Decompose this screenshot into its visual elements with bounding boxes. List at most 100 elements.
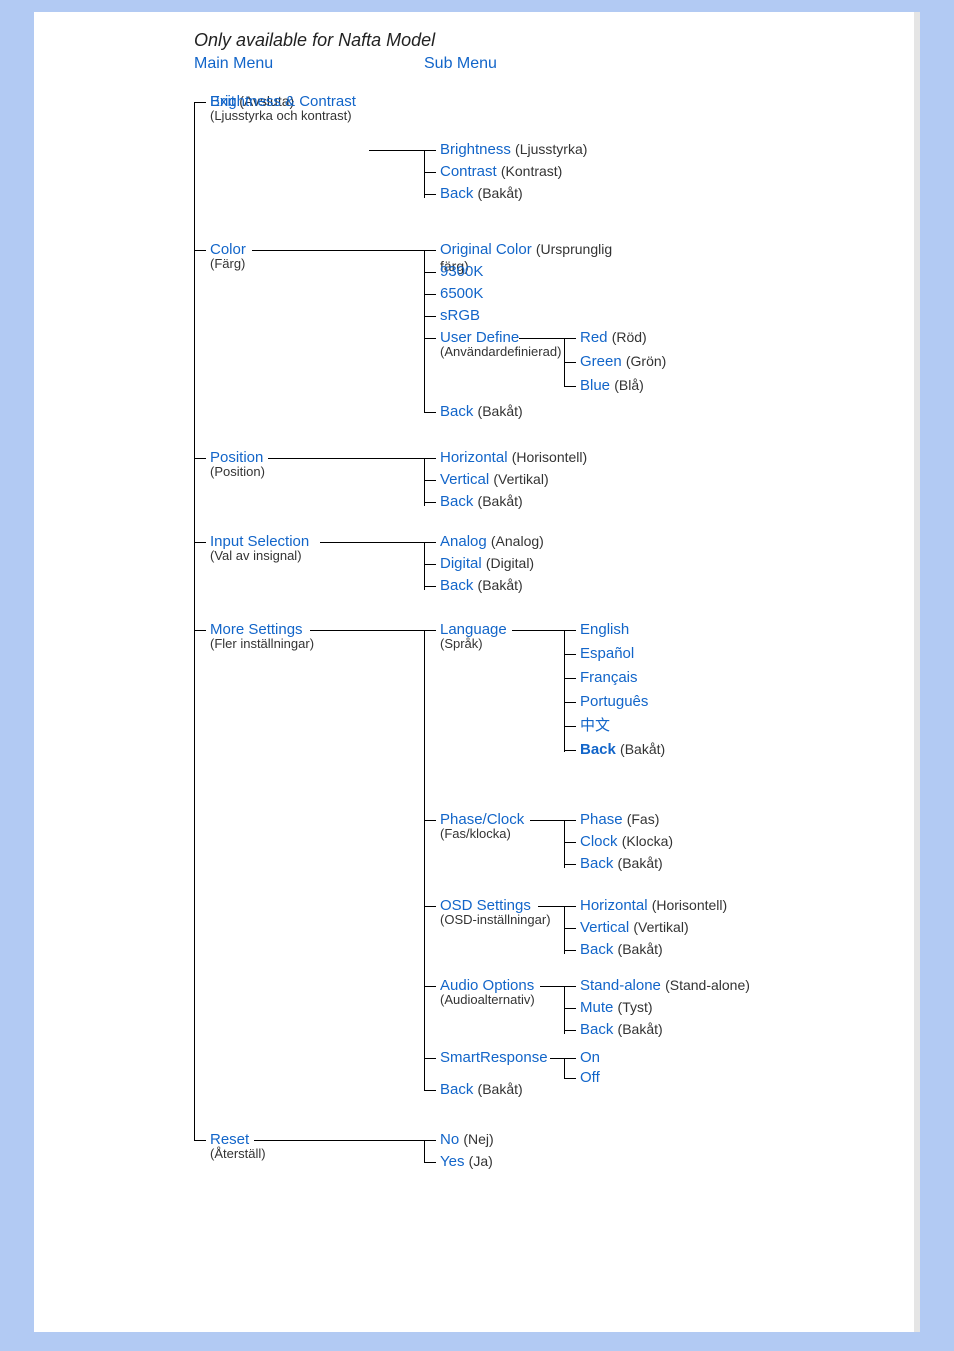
more-vline	[424, 630, 425, 1090]
bc-contrast-tr: (Kontrast)	[501, 163, 562, 179]
color-srgb: sRGB	[424, 307, 640, 324]
audio-standalone: Stand-alone (Stand-alone)	[564, 977, 830, 994]
reset-yes: Yes (Ja)	[424, 1153, 640, 1170]
input-analog: Analog (Analog)	[424, 533, 640, 550]
pc-back-en: Back	[580, 855, 613, 872]
audio-back-tr: (Bakåt)	[618, 1021, 663, 1037]
main-reset: Reset (Återställ)	[194, 1131, 440, 1162]
color-back-en: Back	[440, 403, 473, 420]
input-analog-tr: (Analog)	[491, 533, 544, 549]
userdef-connector	[519, 338, 564, 339]
sr-en: SmartResponse	[440, 1049, 548, 1066]
input-back-tr: (Bakåt)	[478, 577, 523, 593]
lang-back-en: Back	[580, 741, 616, 758]
lang-portugues: Português	[564, 693, 830, 710]
input-back-en: Back	[440, 577, 473, 594]
audio-connector	[540, 986, 564, 987]
color-green-en: Green	[580, 353, 622, 370]
lang-english-en: English	[580, 621, 629, 638]
bc-connector	[369, 150, 424, 151]
page: Only available for Nafta Model Main Menu…	[34, 12, 920, 1332]
bc-tr: (Ljusstyrka och kontrast)	[210, 109, 440, 124]
main-color: Color (Färg)	[194, 241, 440, 272]
pc-back-tr: (Bakåt)	[618, 855, 663, 871]
pc-clock-tr: (Klocka)	[622, 833, 673, 849]
color-9300: 9300K	[424, 263, 640, 280]
position-vertical: Vertical (Vertikal)	[424, 471, 640, 488]
color-red: Red (Röd)	[564, 329, 830, 346]
osd-connector	[538, 906, 564, 907]
color-red-tr: (Röd)	[612, 329, 647, 345]
main-brightness-contrast: Brightness & Contrast (Ljusstyrka och ko…	[194, 93, 440, 124]
reset-yes-tr: (Ja)	[469, 1153, 493, 1169]
reset-no-en: No	[440, 1131, 459, 1148]
position-h-tr: (Horisontell)	[512, 449, 587, 465]
input-connector	[320, 542, 424, 543]
color-blue: Blue (Blå)	[564, 377, 830, 394]
bc-contrast-en: Contrast	[440, 163, 497, 180]
title: Only available for Nafta Model	[194, 30, 894, 51]
audio-sa-tr: (Stand-alone)	[665, 977, 750, 993]
bc-back-tr: (Bakåt)	[478, 185, 523, 201]
more-connector	[310, 630, 424, 631]
audio-mute-tr: (Tyst)	[618, 999, 653, 1015]
position-tr: (Position)	[210, 465, 440, 480]
menu-tree: Exit (Avsluta) Brightness & Contrast (Lj…	[194, 93, 894, 1153]
color-back: Back (Bakåt)	[424, 403, 640, 420]
sr-on-en: On	[580, 1049, 600, 1066]
audio-back-en: Back	[580, 1021, 613, 1038]
audio-sa-en: Stand-alone	[580, 977, 661, 994]
position-v-tr: (Vertikal)	[493, 471, 548, 487]
lang-chinese-en: 中文	[580, 717, 610, 734]
color-blue-tr: (Blå)	[614, 377, 644, 393]
sr-on: On	[564, 1049, 830, 1066]
color-6500-en: 6500K	[440, 285, 483, 302]
osd-h-tr: (Horisontell)	[652, 897, 727, 913]
position-back-tr: (Bakåt)	[478, 493, 523, 509]
reset-no-tr: (Nej)	[463, 1131, 493, 1147]
audio-back: Back (Bakåt)	[564, 1021, 830, 1038]
reset-yes-en: Yes	[440, 1153, 464, 1170]
lang-francais: Français	[564, 669, 830, 686]
position-back: Back (Bakåt)	[424, 493, 640, 510]
lang-english: English	[564, 621, 830, 638]
input-back: Back (Bakåt)	[424, 577, 640, 594]
lang-espanol-en: Español	[580, 645, 634, 662]
main-position: Position (Position)	[194, 449, 440, 480]
color-green-tr: (Grön)	[626, 353, 666, 369]
pc-phase-tr: (Fas)	[627, 811, 660, 827]
pc-phase-en: Phase	[580, 811, 623, 828]
header-row: Main Menu Sub Menu	[194, 55, 894, 73]
audio-mute: Mute (Tyst)	[564, 999, 830, 1016]
position-h-en: Horizontal	[440, 449, 508, 466]
lang-back-tr: (Bakåt)	[620, 741, 665, 757]
lang-chinese: 中文	[564, 717, 830, 734]
color-srgb-en: sRGB	[440, 307, 480, 324]
osd-vertical: Vertical (Vertikal)	[564, 919, 830, 936]
bc-brightness: Brightness (Ljusstyrka)	[424, 141, 640, 158]
pc-clock-en: Clock	[580, 833, 618, 850]
color-red-en: Red	[580, 329, 608, 346]
position-v-en: Vertical	[440, 471, 489, 488]
header-main: Main Menu	[194, 55, 424, 73]
reset-connector	[254, 1140, 424, 1141]
color-connector	[252, 250, 424, 251]
audio-mute-en: Mute	[580, 999, 613, 1016]
bc-brightness-en: Brightness	[440, 141, 511, 158]
input-analog-en: Analog	[440, 533, 487, 550]
main-more: More Settings (Fler inställningar)	[194, 621, 440, 652]
main-input: Input Selection (Val av insignal)	[194, 533, 440, 564]
more-back: Back (Bakåt)	[424, 1081, 640, 1098]
osd-v-en: Vertical	[580, 919, 629, 936]
input-digital-tr: (Digital)	[486, 555, 534, 571]
input-digital: Digital (Digital)	[424, 555, 640, 572]
osd-v-tr: (Vertikal)	[633, 919, 688, 935]
osd-h-en: Horizontal	[580, 897, 648, 914]
bc-back-en: Back	[440, 185, 473, 202]
osd-back: Back (Bakåt)	[564, 941, 830, 958]
pc-back: Back (Bakåt)	[564, 855, 830, 872]
color-original-en: Original Color	[440, 241, 532, 258]
pc-clock: Clock (Klocka)	[564, 833, 830, 850]
input-tr: (Val av insignal)	[210, 549, 440, 564]
color-back-tr: (Bakåt)	[478, 403, 523, 419]
